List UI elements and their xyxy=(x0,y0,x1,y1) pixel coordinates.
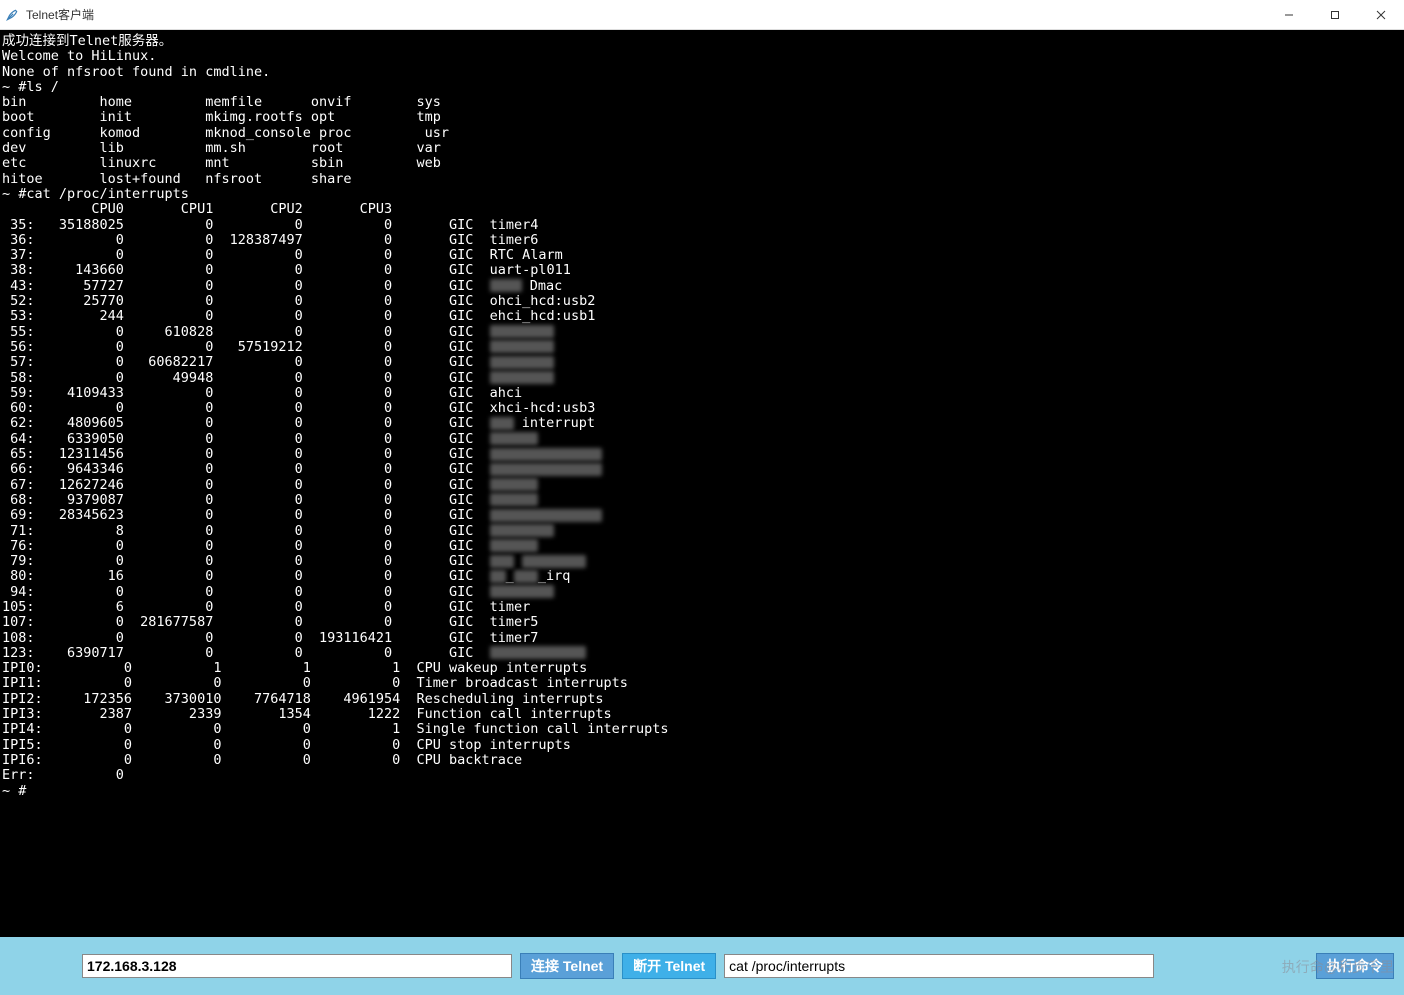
terminal-line: 58: 0 49948 0 0 GIC xyxy=(2,371,1402,386)
redacted-text xyxy=(490,646,586,659)
redacted-text xyxy=(522,555,586,568)
terminal-line: 107: 0 281677587 0 0 GIC timer5 xyxy=(2,615,1402,630)
terminal-line: ~ # xyxy=(2,784,1402,799)
titlebar: Telnet客户端 xyxy=(0,0,1404,30)
redacted-text xyxy=(490,570,506,583)
terminal-line: 68: 9379087 0 0 0 GIC xyxy=(2,493,1402,508)
terminal-line: 69: 28345623 0 0 0 GIC xyxy=(2,508,1402,523)
terminal-line: 59: 4109433 0 0 0 GIC ahci xyxy=(2,386,1402,401)
terminal-line: 35: 35188025 0 0 0 GIC timer4 xyxy=(2,218,1402,233)
terminal-line: 43: 57727 0 0 0 GIC Dmac xyxy=(2,279,1402,294)
terminal-line: 65: 12311456 0 0 0 GIC xyxy=(2,447,1402,462)
terminal-line: 56: 0 0 57519212 0 GIC xyxy=(2,340,1402,355)
ip-input[interactable] xyxy=(82,954,512,978)
redacted-text xyxy=(490,448,602,461)
terminal-line: 57: 0 60682217 0 0 GIC xyxy=(2,355,1402,370)
redacted-text xyxy=(490,493,538,506)
terminal-line: ~ #ls / xyxy=(2,80,1402,95)
redacted-text xyxy=(490,509,602,522)
redacted-text xyxy=(514,570,538,583)
redacted-text xyxy=(490,539,538,552)
terminal-line: 80: 16 0 0 0 GIC __irq xyxy=(2,569,1402,584)
terminal-line: 52: 25770 0 0 0 GIC ohci_hcd:usb2 xyxy=(2,294,1402,309)
redacted-text xyxy=(490,325,554,338)
terminal-line: ~ #cat /proc/interrupts xyxy=(2,187,1402,202)
redacted-text xyxy=(490,463,602,476)
close-button[interactable] xyxy=(1358,0,1404,29)
redacted-text xyxy=(490,340,554,353)
minimize-button[interactable] xyxy=(1266,0,1312,29)
terminal-line: 64: 6339050 0 0 0 GIC xyxy=(2,432,1402,447)
terminal-line: 76: 0 0 0 0 GIC xyxy=(2,539,1402,554)
redacted-text xyxy=(490,371,554,384)
terminal-line: 123: 6390717 0 0 0 GIC xyxy=(2,646,1402,661)
terminal-line: 79: 0 0 0 0 GIC xyxy=(2,554,1402,569)
connect-button[interactable]: 连接 Telnet xyxy=(520,953,614,979)
terminal-line: 60: 0 0 0 0 GIC xhci-hcd:usb3 xyxy=(2,401,1402,416)
terminal-line: Welcome to HiLinux. xyxy=(2,49,1402,64)
terminal-line: hitoe lost+found nfsroot share xyxy=(2,172,1402,187)
redacted-text xyxy=(490,279,522,292)
terminal-line: 36: 0 0 128387497 0 GIC timer6 xyxy=(2,233,1402,248)
disconnect-button[interactable]: 断开 Telnet xyxy=(622,953,716,979)
redacted-text xyxy=(490,524,554,537)
terminal-line: dev lib mm.sh root var xyxy=(2,141,1402,156)
maximize-button[interactable] xyxy=(1312,0,1358,29)
terminal-line: 71: 8 0 0 0 GIC xyxy=(2,524,1402,539)
terminal-line: 105: 6 0 0 0 GIC timer xyxy=(2,600,1402,615)
terminal-line: 67: 12627246 0 0 0 GIC xyxy=(2,478,1402,493)
window-controls xyxy=(1266,0,1404,29)
terminal-line: Err: 0 xyxy=(2,768,1402,783)
terminal-line: 37: 0 0 0 0 GIC RTC Alarm xyxy=(2,248,1402,263)
bottom-toolbar: 连接 Telnet 断开 Telnet 执行命令 执行命@积步千里 xyxy=(0,937,1404,995)
redacted-text xyxy=(490,585,554,598)
terminal-line: IPI3: 2387 2339 1354 1222 Function call … xyxy=(2,707,1402,722)
terminal-line: 53: 244 0 0 0 GIC ehci_hcd:usb1 xyxy=(2,309,1402,324)
redacted-text xyxy=(490,417,514,430)
terminal-line: 55: 0 610828 0 0 GIC xyxy=(2,325,1402,340)
terminal-line: config komod mknod_console proc usr xyxy=(2,126,1402,141)
terminal-output[interactable]: 成功连接到Telnet服务器。Welcome to HiLinux.None o… xyxy=(0,30,1404,937)
window-title: Telnet客户端 xyxy=(26,6,94,23)
terminal-line: etc linuxrc mnt sbin web xyxy=(2,156,1402,171)
terminal-line: IPI0: 0 1 1 1 CPU wakeup interrupts xyxy=(2,661,1402,676)
command-input[interactable] xyxy=(724,954,1154,978)
terminal-line: IPI1: 0 0 0 0 Timer broadcast interrupts xyxy=(2,676,1402,691)
terminal-line: bin home memfile onvif sys xyxy=(2,95,1402,110)
terminal-line: 66: 9643346 0 0 0 GIC xyxy=(2,462,1402,477)
terminal-line: IPI6: 0 0 0 0 CPU backtrace xyxy=(2,753,1402,768)
redacted-text xyxy=(490,555,514,568)
redacted-text xyxy=(490,478,538,491)
redacted-text xyxy=(490,356,554,369)
terminal-line: IPI5: 0 0 0 0 CPU stop interrupts xyxy=(2,738,1402,753)
terminal-line: None of nfsroot found in cmdline. xyxy=(2,65,1402,80)
terminal-line: 38: 143660 0 0 0 GIC uart-pl011 xyxy=(2,263,1402,278)
terminal-line: IPI2: 172356 3730010 7764718 4961954 Res… xyxy=(2,692,1402,707)
run-command-button[interactable]: 执行命令 xyxy=(1316,953,1394,979)
terminal-line: boot init mkimg.rootfs opt tmp xyxy=(2,110,1402,125)
redacted-text xyxy=(490,432,538,445)
terminal-line: 94: 0 0 0 0 GIC xyxy=(2,585,1402,600)
terminal-line: 108: 0 0 0 193116421 GIC timer7 xyxy=(2,631,1402,646)
app-icon xyxy=(4,7,20,23)
terminal-line: 62: 4809605 0 0 0 GIC interrupt xyxy=(2,416,1402,431)
terminal-line: CPU0 CPU1 CPU2 CPU3 xyxy=(2,202,1402,217)
terminal-line: 成功连接到Telnet服务器。 xyxy=(2,34,1402,49)
terminal-line: IPI4: 0 0 0 1 Single function call inter… xyxy=(2,722,1402,737)
